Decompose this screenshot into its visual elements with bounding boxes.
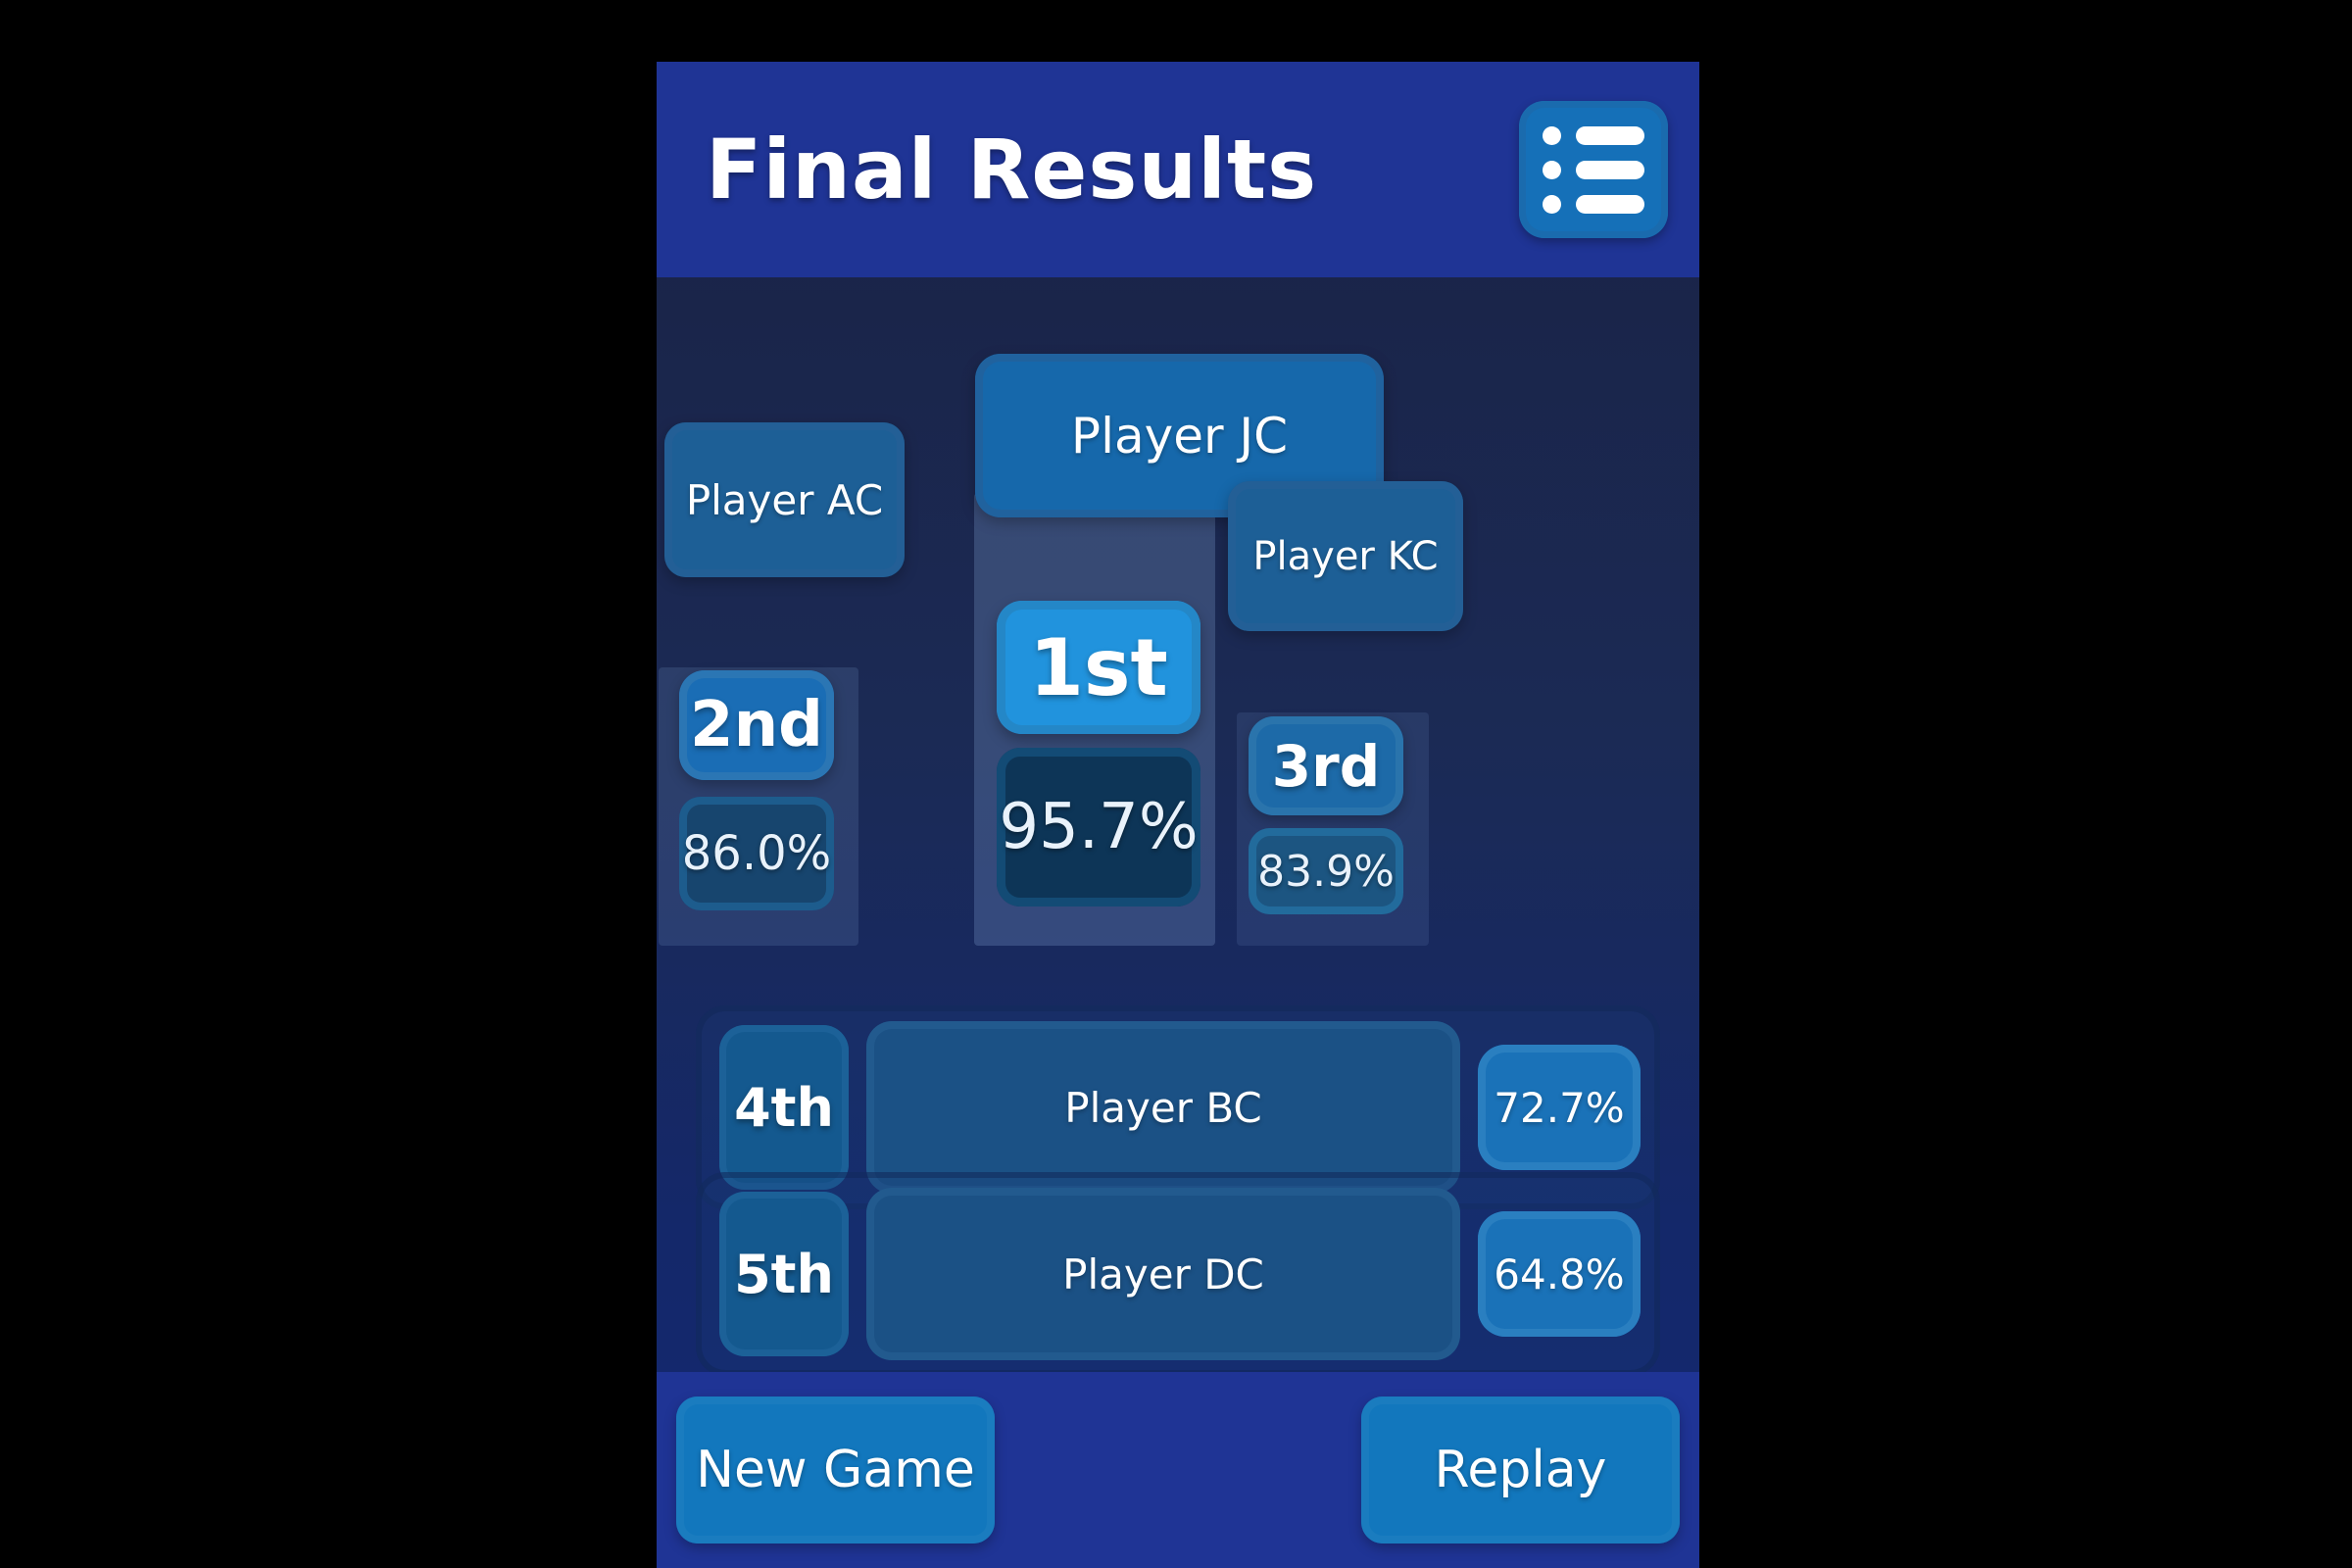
row-rank-badge: 4th bbox=[719, 1025, 849, 1190]
podium-player-name-third[interactable]: Player KC bbox=[1228, 481, 1463, 631]
podium-score-first: 95.7% bbox=[997, 748, 1200, 906]
new-game-button[interactable]: New Game bbox=[676, 1396, 995, 1544]
list-bullet-dot-icon bbox=[1543, 160, 1561, 179]
row-player-name: Player DC bbox=[866, 1188, 1460, 1360]
screen-root: Final Results Player JC 1st 95.7% Player… bbox=[0, 0, 2352, 1568]
podium-rank-badge-first: 1st bbox=[997, 601, 1200, 734]
podium-rank-badge-third: 3rd bbox=[1249, 716, 1403, 815]
list-icon-button[interactable] bbox=[1519, 101, 1668, 238]
podium-player-name-second[interactable]: Player AC bbox=[664, 422, 905, 577]
table-row[interactable]: 5th Player DC 64.8% bbox=[696, 1172, 1660, 1376]
app-header: Final Results bbox=[657, 62, 1699, 277]
podium-score-second: 86.0% bbox=[679, 797, 834, 910]
list-bullet-dot-icon bbox=[1543, 194, 1561, 214]
list-icon-row bbox=[1543, 125, 1644, 145]
podium-score-third: 83.9% bbox=[1249, 828, 1403, 914]
app-frame: Final Results Player JC 1st 95.7% Player… bbox=[657, 62, 1699, 1568]
row-rank-badge: 5th bbox=[719, 1192, 849, 1356]
page-title: Final Results bbox=[706, 122, 1318, 218]
list-bullet-dot-icon bbox=[1543, 125, 1561, 145]
list-bar-icon bbox=[1576, 194, 1644, 214]
list-bar-icon bbox=[1576, 160, 1644, 179]
list-bar-icon bbox=[1576, 125, 1644, 145]
list-icon-row bbox=[1543, 160, 1644, 179]
row-score-badge: 64.8% bbox=[1478, 1211, 1641, 1337]
podium-rank-badge-second: 2nd bbox=[679, 670, 834, 780]
replay-button[interactable]: Replay bbox=[1361, 1396, 1680, 1544]
app-footer: New Game Replay bbox=[657, 1372, 1699, 1568]
list-icon-row bbox=[1543, 194, 1644, 214]
row-player-name: Player BC bbox=[866, 1021, 1460, 1194]
row-score-badge: 72.7% bbox=[1478, 1045, 1641, 1170]
podium: Player JC 1st 95.7% Player AC 2nd 86.0% … bbox=[657, 277, 1699, 946]
